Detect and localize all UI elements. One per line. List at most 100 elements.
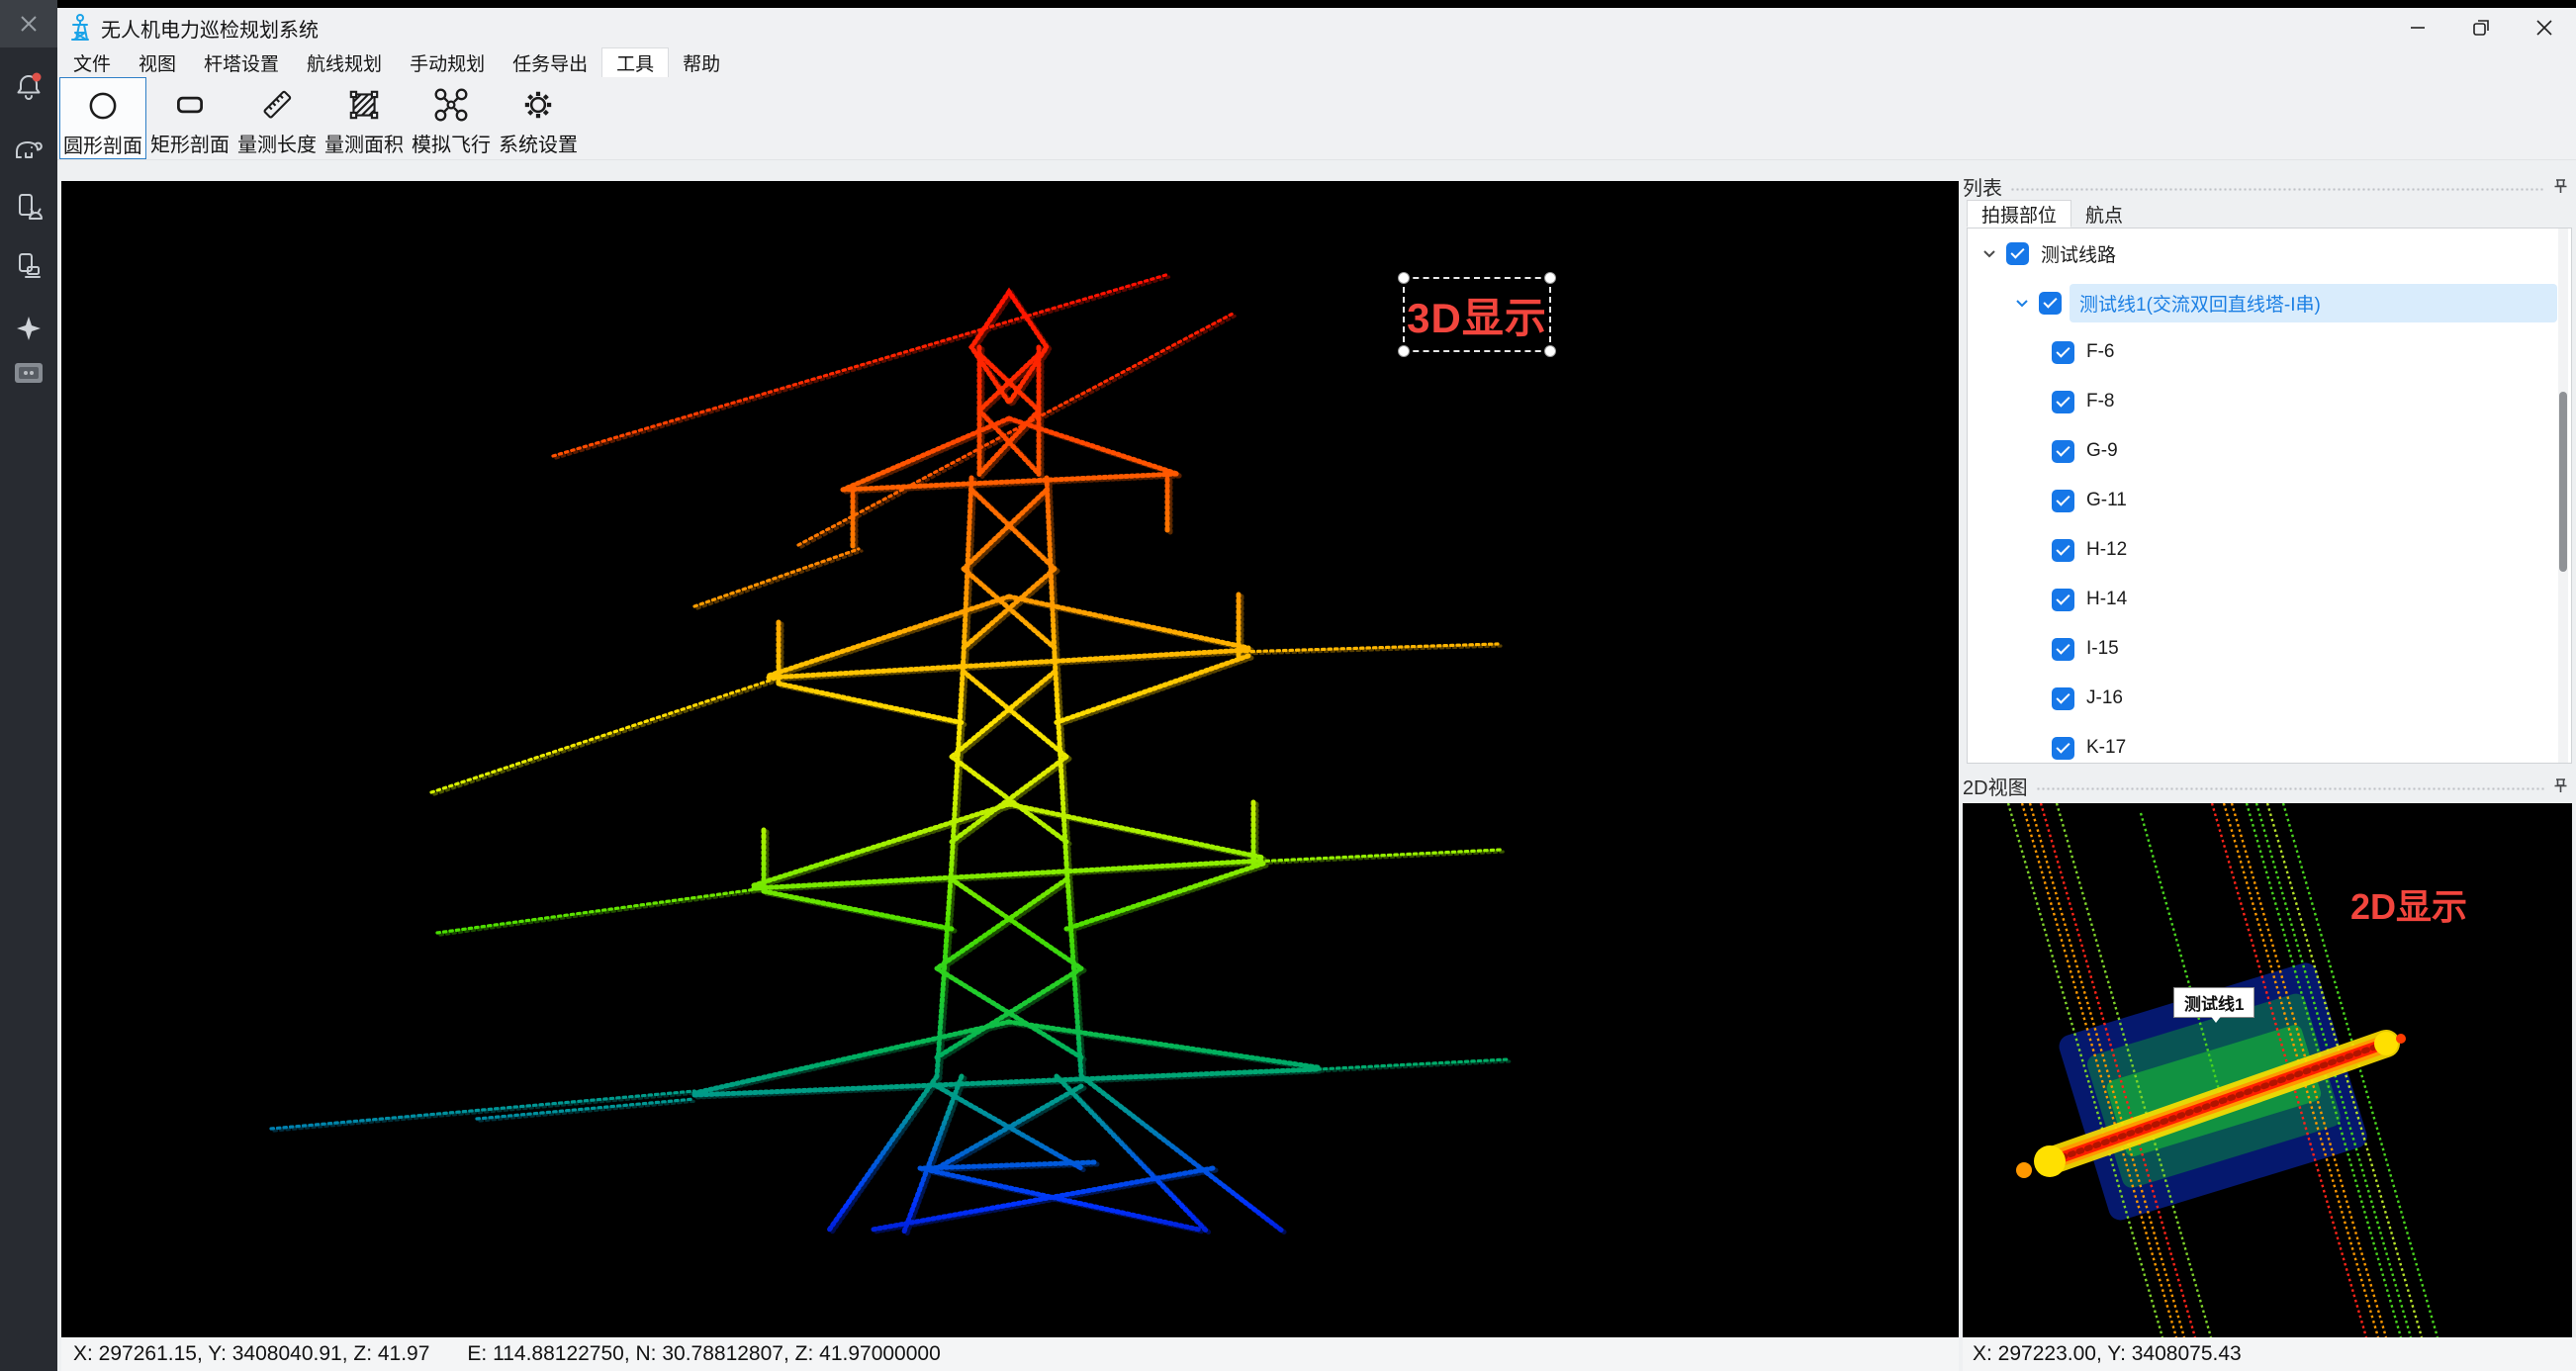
menu-manual-planning[interactable]: 手动规划: [396, 47, 499, 77]
status-2d-xy: X: 297223.00, Y: 3408075.43: [1973, 1342, 2242, 1366]
toolbar: 圆形剖面 矩形剖面 量测长度 量: [57, 77, 2576, 160]
menu-task-export[interactable]: 任务导出: [499, 47, 601, 77]
checkbox-checked[interactable]: [2052, 341, 2074, 364]
circle-section-icon: [84, 84, 122, 128]
phone-android-icon: [14, 192, 44, 222]
system-settings-button[interactable]: 系统设置: [495, 77, 582, 159]
checkbox-checked[interactable]: [2039, 292, 2062, 315]
close-window-button[interactable]: [2513, 8, 2576, 47]
tree-row-waypoint[interactable]: K-17: [1968, 723, 2571, 764]
menu-view[interactable]: 视图: [125, 47, 190, 77]
rect-section-icon: [171, 83, 209, 127]
menu-route-planning[interactable]: 航线规划: [293, 47, 396, 77]
chevron-down-icon[interactable]: [1982, 247, 1996, 259]
selection-handle[interactable]: [1544, 272, 1556, 284]
restore-button[interactable]: [2449, 8, 2513, 47]
circle-section-button[interactable]: 圆形剖面: [59, 77, 146, 159]
tab-shoot-parts[interactable]: 拍摄部位: [1967, 200, 2071, 228]
selection-handle[interactable]: [1398, 272, 1410, 284]
pointcloud-tower-3d: [61, 181, 1959, 1337]
tool-label: 系统设置: [499, 129, 578, 157]
pin-icon[interactable]: [2553, 777, 2568, 794]
tree-row-line1-selected[interactable]: 测试线1(交流双回直线塔-I串): [1968, 278, 2571, 327]
titlebar: 无人机电力巡检规划系统: [57, 8, 2576, 47]
measure-area-button[interactable]: 量测面积: [321, 77, 408, 159]
checkbox-checked[interactable]: [2052, 539, 2074, 562]
minimize-button[interactable]: [2386, 8, 2449, 47]
tab-waypoints[interactable]: 航点: [2071, 200, 2137, 228]
tree-scrollbar[interactable]: [2558, 228, 2568, 763]
simulate-flight-button[interactable]: 模拟飞行: [408, 77, 495, 159]
tool-label: 矩形剖面: [150, 129, 230, 157]
chat-frame-button[interactable]: [0, 360, 57, 386]
pin-icon[interactable]: [2553, 178, 2568, 195]
ai-assistant-button[interactable]: [0, 315, 57, 342]
statusbar-main: X: 297261.15, Y: 3408040.91, Z: 41.97 E:…: [61, 1337, 1959, 1371]
menu-tools[interactable]: 工具: [601, 47, 669, 77]
devices-icon: [14, 251, 44, 281]
notification-button[interactable]: [0, 71, 57, 103]
tree-row-waypoint[interactable]: F-8: [1968, 377, 2571, 426]
checkbox-checked[interactable]: [2006, 242, 2029, 265]
viewport-3d[interactable]: 3D显示: [61, 181, 1959, 1337]
annotation-2d-text: 2D显示: [2350, 878, 2467, 930]
line-tooltip: 测试线1: [2173, 987, 2254, 1018]
viewport-2d[interactable]: 2D显示 测试线1: [1963, 803, 2572, 1337]
measure-area-icon: [345, 83, 383, 127]
menu-help[interactable]: 帮助: [669, 47, 734, 77]
rect-section-button[interactable]: 矩形剖面: [146, 77, 233, 159]
annotation-3d-text: 3D显示: [1407, 285, 1547, 345]
tree-row-waypoint[interactable]: I-15: [1968, 624, 2571, 674]
checkbox-checked[interactable]: [2052, 638, 2074, 661]
statusbar-2d: X: 297223.00, Y: 3408075.43: [1963, 1337, 2576, 1371]
list-panel-tabs: 拍摄部位 航点: [1967, 200, 2137, 228]
tool-label: 圆形剖面: [63, 130, 142, 158]
multi-device-button[interactable]: [0, 251, 57, 281]
tree-label: I-15: [2086, 638, 2119, 660]
window-title: 无人机电力巡检规划系统: [101, 14, 319, 43]
ruler-icon: [258, 83, 296, 127]
view2d-panel-title: 2D视图: [1963, 772, 2028, 800]
drone-icon: [432, 83, 470, 127]
tree-label: G-9: [2086, 440, 2118, 462]
checkbox-checked[interactable]: [2052, 440, 2074, 463]
tree-scrollbar-thumb[interactable]: [2559, 392, 2567, 572]
window-controls: [2386, 8, 2576, 47]
bell-icon: [14, 71, 44, 103]
tool-label: 量测长度: [237, 129, 317, 157]
tree-row-waypoint[interactable]: H-12: [1968, 525, 2571, 575]
menu-tower-settings[interactable]: 杆塔设置: [190, 47, 293, 77]
tree-row-waypoint[interactable]: G-9: [1968, 426, 2571, 476]
tool-label: 模拟飞行: [412, 129, 491, 157]
header-dotted-leader: [2036, 785, 2545, 792]
checkbox-checked[interactable]: [2052, 391, 2074, 413]
chevron-down-icon[interactable]: [2015, 297, 2029, 309]
checkbox-checked[interactable]: [2052, 687, 2074, 710]
status-xyz: X: 297261.15, Y: 3408040.91, Z: 41.97: [73, 1342, 429, 1366]
tree-row-waypoint[interactable]: F-6: [1968, 327, 2571, 377]
annotation-3d-label[interactable]: 3D显示: [1403, 277, 1551, 352]
menu-file[interactable]: 文件: [59, 47, 125, 77]
tree-row-line-group[interactable]: 测试线路: [1968, 228, 2571, 278]
tree-label-selected: 测试线1(交流双回直线塔-I串): [2070, 284, 2557, 322]
sparkle-icon: [15, 315, 43, 342]
measure-length-button[interactable]: 量测长度: [233, 77, 321, 159]
tree-row-waypoint[interactable]: J-16: [1968, 674, 2571, 723]
tree-row-waypoint[interactable]: G-11: [1968, 476, 2571, 525]
elephant-button[interactable]: [0, 135, 57, 162]
selection-handle[interactable]: [1544, 345, 1556, 357]
tree-row-waypoint[interactable]: H-14: [1968, 575, 2571, 624]
status-enz: E: 114.88122750, N: 30.78812807, Z: 41.9…: [467, 1342, 940, 1366]
sidebar-close-button[interactable]: [0, 0, 57, 47]
selection-handle[interactable]: [1398, 345, 1410, 357]
chat-frame-icon: [13, 360, 45, 386]
tree-label: G-11: [2086, 490, 2127, 511]
phone-android-button[interactable]: [0, 192, 57, 222]
gear-icon: [519, 83, 557, 127]
view2d-panel-header: 2D视图: [1963, 772, 2576, 799]
checkbox-checked[interactable]: [2052, 490, 2074, 512]
tool-label: 量测面积: [324, 129, 404, 157]
checkbox-checked[interactable]: [2052, 737, 2074, 760]
checkbox-checked[interactable]: [2052, 589, 2074, 611]
tree-label: 测试线路: [2041, 240, 2116, 267]
